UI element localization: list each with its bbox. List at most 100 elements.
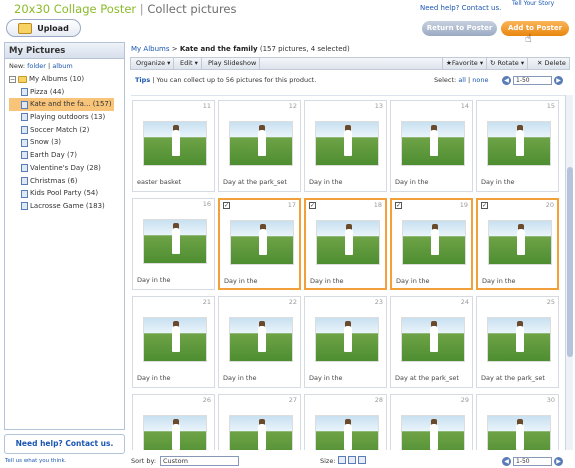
- breadcrumb-arrow: >: [171, 45, 178, 53]
- photo-thumbnail[interactable]: [488, 220, 552, 265]
- scroll-thumb[interactable]: [567, 167, 573, 357]
- photo-thumbnail[interactable]: [401, 415, 465, 450]
- photo-thumbnail[interactable]: [315, 121, 379, 166]
- photo-caption: Day in the: [396, 277, 430, 285]
- checkbox-checked-icon[interactable]: ✓: [223, 202, 230, 209]
- tell-story-link[interactable]: Tell Your Story: [512, 0, 554, 7]
- photo-number: 24: [460, 298, 469, 306]
- top-pager: ◀ 1-50 ▶: [502, 75, 563, 85]
- photo-thumbnail[interactable]: [143, 121, 207, 166]
- photo-thumbnail[interactable]: [143, 219, 207, 264]
- photo-thumbnail[interactable]: [230, 220, 294, 265]
- photo-thumbnail[interactable]: [402, 220, 466, 265]
- sidebar-item-lacrosse-game[interactable]: Lacrosse Game (183): [9, 200, 124, 213]
- photo-tile[interactable]: 25 Day at the park_set: [476, 296, 559, 388]
- photo-subject: [517, 229, 525, 255]
- photo-tile[interactable]: 21 Day in the: [132, 296, 215, 388]
- photo-tile[interactable]: ✓ 20 Day in the: [476, 198, 559, 290]
- photo-thumbnail[interactable]: [229, 317, 293, 362]
- sidebar-item-valentines-day[interactable]: Valentine's Day (28): [9, 162, 124, 175]
- photo-thumbnail[interactable]: [315, 317, 379, 362]
- photo-tile[interactable]: 29: [390, 394, 473, 450]
- sidebar-item-christmas[interactable]: Christmas (6): [9, 175, 124, 188]
- size-medium-icon[interactable]: [348, 456, 356, 464]
- sidebar-item-kids-pool-party[interactable]: Kids Pool Party (54): [9, 187, 124, 200]
- photo-tile[interactable]: 13 Day in the: [304, 100, 387, 192]
- photo-thumbnail[interactable]: [487, 415, 551, 450]
- photo-subject: [516, 326, 524, 352]
- photo-thumbnail[interactable]: [315, 415, 379, 450]
- prev-page-icon[interactable]: ◀: [502, 456, 511, 466]
- edit-menu[interactable]: Edit ▾: [177, 58, 202, 69]
- photo-subject: [172, 130, 180, 156]
- select-all-link[interactable]: all: [458, 76, 466, 84]
- photo-thumbnail[interactable]: [316, 220, 380, 265]
- prev-page-icon[interactable]: ◀: [502, 75, 511, 85]
- sidebar-help-link[interactable]: Need help? Contact us.: [4, 434, 125, 454]
- sidebar-item-label: Playing outdoors (13): [30, 113, 106, 122]
- delete-button[interactable]: ✕ Delete: [534, 58, 569, 69]
- page-range-select[interactable]: 1-50: [513, 75, 552, 85]
- upload-button[interactable]: Upload: [6, 19, 81, 37]
- next-page-icon[interactable]: ▶: [554, 456, 563, 466]
- photo-tile[interactable]: 24 Day at the park_set: [390, 296, 473, 388]
- new-album-link[interactable]: album: [52, 62, 72, 70]
- tell-us-link[interactable]: Tell us what you think.: [5, 458, 66, 464]
- checkbox-checked-icon[interactable]: ✓: [481, 202, 488, 209]
- photo-tile[interactable]: ✓ 18 Day in the: [304, 198, 387, 290]
- photo-number: 12: [288, 102, 297, 110]
- photo-tile[interactable]: ✓ 19 Day in the: [390, 198, 473, 290]
- photo-tile[interactable]: 26: [132, 394, 215, 450]
- add-to-poster-button[interactable]: Add to Poster: [501, 21, 569, 36]
- new-folder-link[interactable]: folder: [27, 62, 46, 70]
- favorite-menu[interactable]: ★Favorite ▾: [442, 58, 488, 69]
- photo-thumbnail[interactable]: [487, 317, 551, 362]
- photo-thumbnail[interactable]: [401, 121, 465, 166]
- help-link[interactable]: Need help? Contact us.: [420, 4, 501, 12]
- photo-tile[interactable]: 30: [476, 394, 559, 450]
- return-to-poster-button[interactable]: Return to Poster: [422, 21, 497, 36]
- photo-tile[interactable]: 11 easter basket: [132, 100, 215, 192]
- sidebar-item-pizza[interactable]: Pizza (44): [9, 86, 124, 99]
- sidebar-item-soccer-match[interactable]: Soccer Match (2): [9, 124, 124, 137]
- photo-number: 29: [460, 396, 469, 404]
- next-page-icon[interactable]: ▶: [554, 75, 563, 85]
- photo-tile[interactable]: 15 Day in the: [476, 100, 559, 192]
- photo-thumbnail[interactable]: [229, 415, 293, 450]
- photo-tile[interactable]: 14 Day in the: [390, 100, 473, 192]
- photo-subject: [430, 326, 438, 352]
- photo-thumbnail[interactable]: [487, 121, 551, 166]
- photo-thumbnail[interactable]: [143, 415, 207, 450]
- photo-tile[interactable]: 12 Day at the park_set: [218, 100, 301, 192]
- checkbox-checked-icon[interactable]: ✓: [309, 202, 316, 209]
- select-none-link[interactable]: none: [472, 76, 488, 84]
- tree-root-my-albums[interactable]: − My Albums (10): [9, 73, 124, 86]
- grid-scrollbar[interactable]: [565, 95, 573, 450]
- sort-select[interactable]: Custom: [160, 456, 239, 466]
- photo-tile[interactable]: 27: [218, 394, 301, 450]
- photo-tile[interactable]: 22 Day in the: [218, 296, 301, 388]
- breadcrumb-my-albums[interactable]: My Albums: [131, 45, 170, 53]
- organize-menu[interactable]: Organize ▾: [133, 58, 175, 69]
- photo-thumbnail[interactable]: [229, 121, 293, 166]
- photo-tile[interactable]: 28: [304, 394, 387, 450]
- page-range-select[interactable]: 1-50: [513, 456, 552, 466]
- collapse-icon[interactable]: −: [9, 75, 16, 83]
- photo-tile[interactable]: 16 Day in the: [132, 198, 215, 290]
- my-pictures-panel: My Pictures New: folder | album − My Alb…: [4, 42, 125, 430]
- photo-tile[interactable]: ✓ 17 Day in the: [218, 198, 301, 290]
- sidebar-item-kate-and-the-family[interactable]: Kate and the fa... (157): [9, 98, 114, 112]
- photo-caption: Day in the: [309, 178, 343, 186]
- size-large-icon[interactable]: [358, 456, 366, 464]
- photo-thumbnail[interactable]: [143, 317, 207, 362]
- sidebar-item-playing-outdoors[interactable]: Playing outdoors (13): [9, 111, 124, 124]
- play-slideshow-button[interactable]: Play Slideshow: [205, 58, 261, 69]
- photo-thumbnail[interactable]: [401, 317, 465, 362]
- size-small-icon[interactable]: [338, 456, 346, 464]
- tips-label[interactable]: Tips: [135, 76, 150, 84]
- checkbox-checked-icon[interactable]: ✓: [395, 202, 402, 209]
- sidebar-item-earth-day[interactable]: Earth Day (7): [9, 149, 124, 162]
- rotate-menu[interactable]: ↻ Rotate ▾: [487, 58, 529, 69]
- sidebar-item-snow[interactable]: Snow (3): [9, 136, 124, 149]
- photo-tile[interactable]: 23 Day in the: [304, 296, 387, 388]
